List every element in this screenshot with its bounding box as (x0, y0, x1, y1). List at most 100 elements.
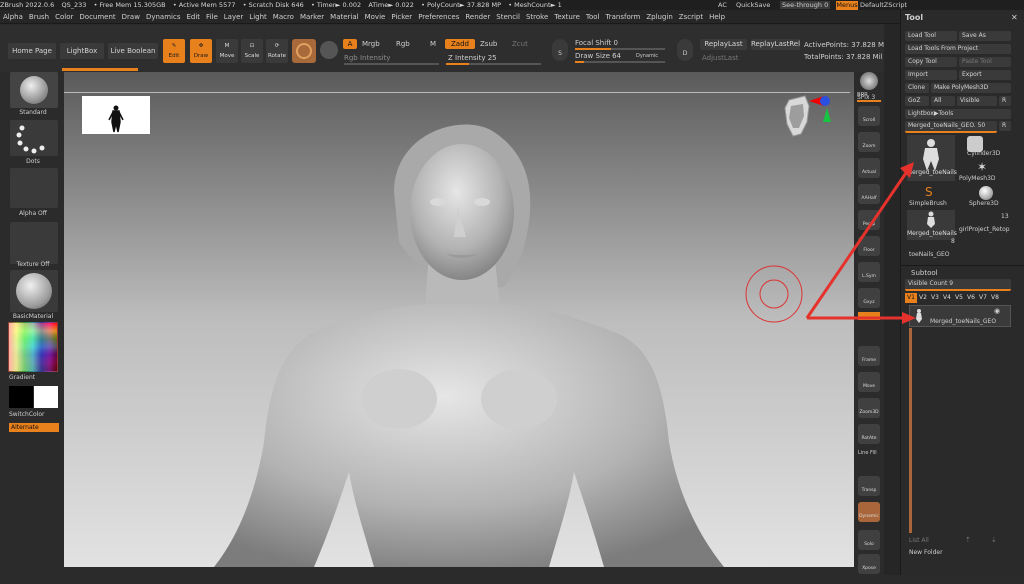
menu-texture[interactable]: Texture (551, 10, 583, 23)
replaylast-button[interactable]: ReplayLast (700, 39, 747, 50)
save-as-button[interactable]: Save As (959, 31, 1011, 41)
gxyz-button[interactable]: Gxyz (858, 288, 880, 308)
s-indicator[interactable]: S (552, 39, 568, 61)
load-from-project-button[interactable]: Load Tools From Project (905, 44, 1011, 54)
move-button[interactable]: M Move (216, 39, 238, 63)
menu-color[interactable]: Color (52, 10, 76, 23)
lsym-button[interactable]: L.Sym (858, 262, 880, 282)
aahalf-button[interactable]: AAHalf (858, 184, 880, 204)
make-polymesh-button[interactable]: Make PolyMesh3D (931, 83, 1011, 93)
menu-transform[interactable]: Transform (603, 10, 644, 23)
tool-panel-title[interactable]: Tool (905, 13, 923, 22)
rotate-button[interactable]: ⟳ Rotate (266, 39, 288, 63)
arrow-down-icon[interactable]: ⇣ (991, 536, 997, 544)
vtab-v4[interactable]: V4 (941, 293, 953, 303)
menu-tool[interactable]: Tool (583, 10, 603, 23)
z-intensity-slider[interactable]: Z Intensity 25 (448, 53, 497, 63)
focal-shift-track[interactable] (575, 48, 665, 50)
rgb-intensity-track[interactable] (344, 63, 439, 65)
menu-zplugin[interactable]: Zplugin (643, 10, 675, 23)
default-zscript[interactable]: DefaultZScript (860, 0, 907, 10)
menu-dynamics[interactable]: Dynamics (143, 10, 184, 23)
load-tool-button[interactable]: Load Tool (905, 31, 957, 41)
menu-preferences[interactable]: Preferences (415, 10, 462, 23)
visible-count-slider[interactable]: Visible Count 9 (905, 279, 1011, 291)
zadd-toggle[interactable]: Zadd (445, 39, 475, 49)
draw-button[interactable]: ✥ Draw (190, 39, 212, 63)
arrow-up-icon[interactable]: ⇡ (965, 536, 971, 544)
floor-button[interactable]: Floor (858, 236, 880, 256)
secondary-color-swatch[interactable] (9, 386, 33, 408)
all-button[interactable]: All (931, 96, 955, 106)
r2-button[interactable]: R (999, 121, 1011, 131)
clone-button[interactable]: Clone (905, 83, 929, 93)
scroll-button[interactable]: Scroll (858, 106, 880, 126)
dynamic-button[interactable]: Dynamic (858, 502, 880, 522)
zoom-button[interactable]: Zoom (858, 132, 880, 152)
sculpt-model[interactable] (64, 72, 854, 567)
see-through-slider[interactable]: See-through 0 (780, 1, 830, 9)
menu-layer[interactable]: Layer (221, 10, 247, 23)
tool-thumb-sphere[interactable]: Sphere3D (969, 200, 999, 207)
transp-button[interactable]: Transp (858, 476, 880, 496)
draw-size-slider[interactable]: Draw Size 64 (575, 51, 621, 61)
simplebrush-icon[interactable]: S (925, 185, 933, 199)
menu-render[interactable]: Render (462, 10, 493, 23)
material-thumbnail[interactable] (10, 270, 58, 312)
vtab-v5[interactable]: V5 (953, 293, 965, 303)
material-sphere-icon[interactable] (320, 41, 338, 59)
spix-slider[interactable]: SPix 3 (857, 94, 881, 102)
stroke-thumbnail[interactable] (10, 120, 58, 156)
mrgb-toggle[interactable]: Mrgb (362, 39, 380, 49)
xpose-button[interactable]: Xpose (858, 554, 880, 574)
adjustlast-slider[interactable]: AdjustLast (702, 53, 738, 63)
menu-stroke[interactable]: Stroke (523, 10, 551, 23)
menu-help[interactable]: Help (706, 10, 728, 23)
edit-button[interactable]: ✎ Edit (163, 39, 185, 63)
canvas-viewport[interactable] (64, 72, 854, 567)
zsub-toggle[interactable]: Zsub (480, 39, 497, 49)
vtab-v8[interactable]: V8 (989, 293, 1001, 303)
linefill-button[interactable]: Line Fill (858, 450, 877, 456)
home-page-button[interactable]: Home Page (8, 43, 56, 59)
persp-button[interactable]: Persp (858, 210, 880, 230)
rotate-view-button[interactable]: RotAte (858, 424, 880, 444)
m-toggle[interactable]: M (430, 39, 436, 49)
subtool-header[interactable]: Subtool (911, 269, 938, 277)
menu-movie[interactable]: Movie (362, 10, 389, 23)
menu-zscript[interactable]: Zscript (676, 10, 706, 23)
menu-light[interactable]: Light (246, 10, 269, 23)
close-icon[interactable]: ✕ (1011, 13, 1018, 22)
new-folder-button[interactable]: New Folder (909, 549, 943, 556)
dynamic-toggle[interactable]: Dynamic (636, 52, 658, 60)
move-view-button[interactable]: Move (858, 372, 880, 392)
polymesh-star-icon[interactable]: ✶ (977, 160, 987, 174)
menu-material[interactable]: Material (327, 10, 361, 23)
draw-size-track[interactable] (575, 61, 665, 63)
export-button[interactable]: Export (959, 70, 1011, 80)
texture-thumbnail[interactable] (10, 222, 58, 264)
menu-edit[interactable]: Edit (183, 10, 203, 23)
primary-color-swatch[interactable] (34, 386, 58, 408)
a-toggle[interactable]: A (343, 39, 357, 49)
focal-shift-slider[interactable]: Focal Shift 0 (575, 38, 618, 48)
alternate-button[interactable]: Alternate (9, 423, 59, 432)
list-all-button[interactable]: List All (909, 537, 929, 544)
sphere-icon[interactable] (979, 186, 993, 200)
switchcolor-button[interactable]: SwitchColor (9, 411, 45, 418)
brush-thumbnail[interactable] (10, 72, 58, 108)
menu-macro[interactable]: Macro (270, 10, 297, 23)
vtab-v2[interactable]: V2 (917, 293, 929, 303)
rgb-toggle[interactable]: Rgb (396, 39, 410, 49)
tool-thumb-cylinder[interactable]: Cylinder3D (967, 150, 1000, 157)
vtab-v3[interactable]: V3 (929, 293, 941, 303)
alpha-thumbnail[interactable] (10, 168, 58, 208)
z-intensity-track[interactable] (446, 63, 541, 65)
frame-button[interactable]: Frame (858, 346, 880, 366)
scale-button[interactable]: ⊡ Scale (241, 39, 263, 63)
menu-picker[interactable]: Picker (388, 10, 415, 23)
bpr-button[interactable] (860, 72, 878, 90)
goz-button[interactable]: GoZ (905, 96, 929, 106)
menu-draw[interactable]: Draw (119, 10, 143, 23)
actual-button[interactable]: Actual (858, 158, 880, 178)
